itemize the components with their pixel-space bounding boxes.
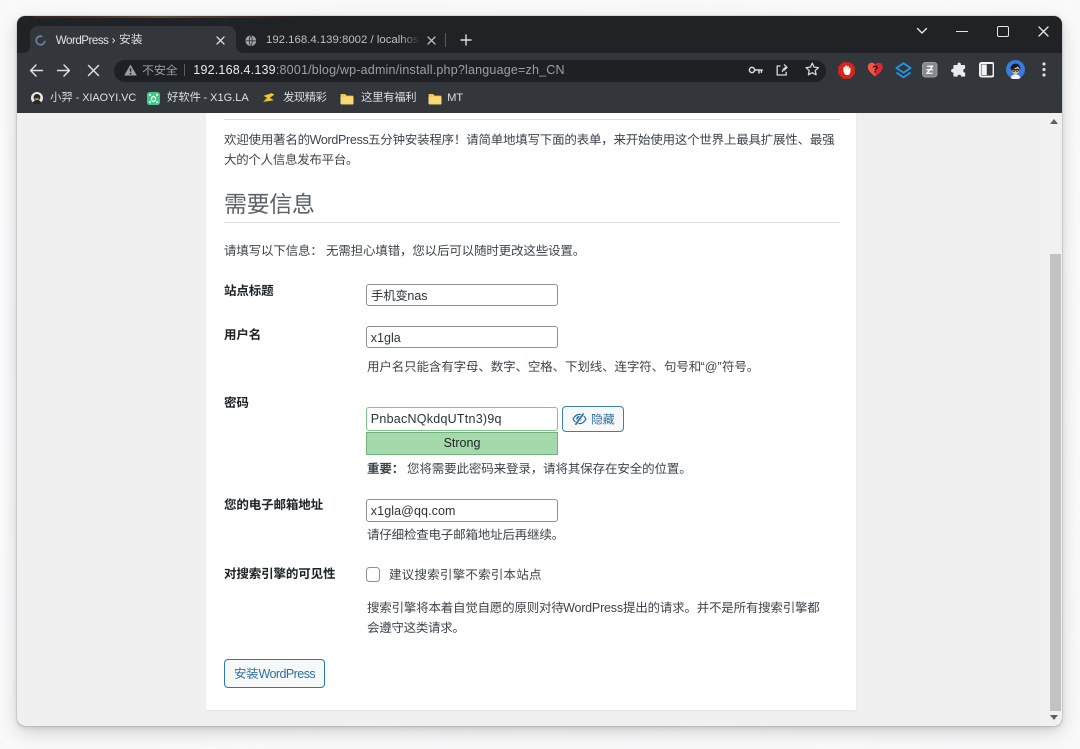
svg-text:?: ?	[872, 65, 878, 76]
